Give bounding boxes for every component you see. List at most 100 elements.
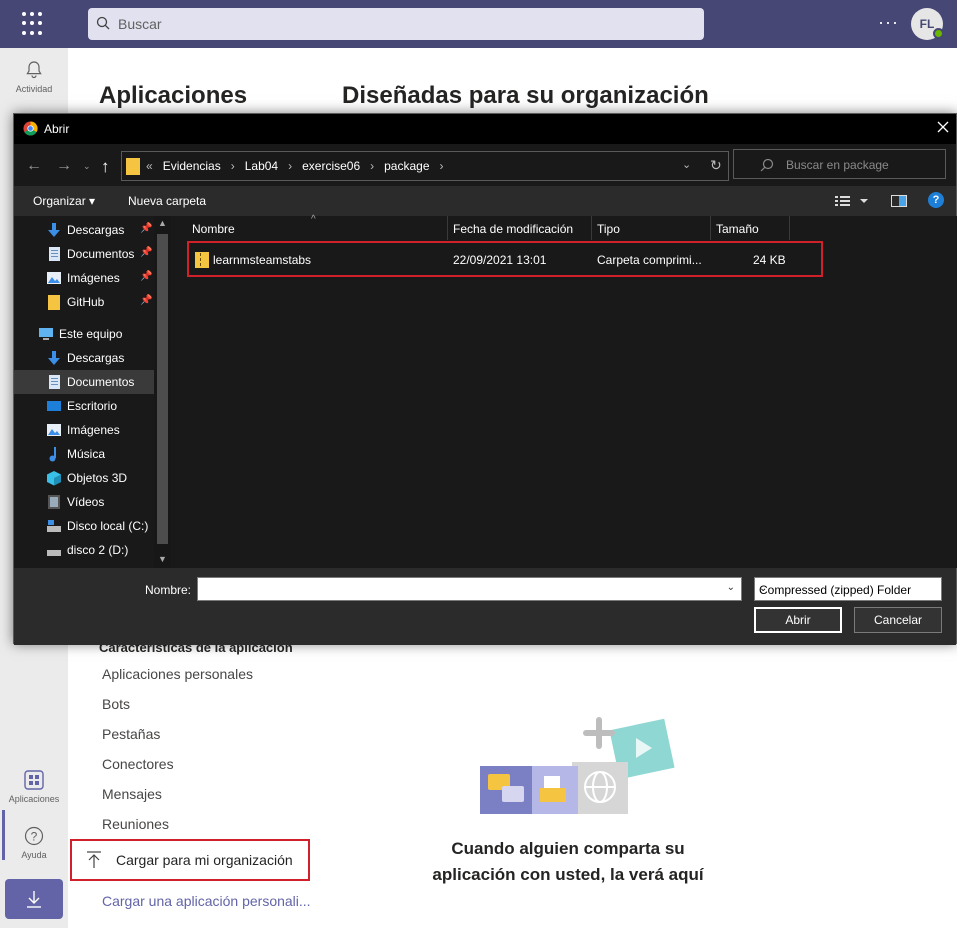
nav-item-downloads-pinned[interactable]: Descargas 📌 (14, 218, 154, 242)
breadcrumb-lab04[interactable]: Lab04 (245, 159, 278, 173)
folder-search-input[interactable]: Buscar en package (733, 149, 946, 179)
nav-label: Escritorio (67, 399, 118, 413)
dialog-nav-bar: ← → ⌄ ↑ « Evidencias › Lab04 › exercise0… (14, 144, 956, 186)
file-list: ^ Nombre Fecha de modificación Tipo Tama… (171, 214, 957, 568)
documents-icon (49, 375, 60, 389)
download-arrow-icon (48, 223, 60, 237)
nav-label: GitHub (67, 295, 105, 309)
documents-icon (49, 247, 60, 261)
upload-personal-link[interactable]: Cargar una aplicación personali... (102, 893, 311, 909)
bell-icon (26, 61, 42, 79)
nav-item-github-pinned[interactable]: GitHub 📌 (14, 290, 154, 314)
app-launcher-icon[interactable] (22, 12, 46, 36)
file-type: Carpeta comprimi... (597, 253, 702, 267)
nav-item-documents[interactable]: Documentos (14, 370, 154, 394)
drive-icon (47, 550, 61, 556)
open-button[interactable]: Abrir (754, 607, 842, 633)
column-header-name[interactable]: Nombre (186, 216, 448, 240)
pin-icon: 📌 (140, 223, 153, 234)
search-input[interactable]: Buscar (88, 8, 704, 40)
close-icon[interactable] (936, 120, 950, 134)
download-arrow-icon (48, 351, 60, 365)
rail-item-apps[interactable]: Aplicaciones (0, 770, 68, 804)
column-header-type[interactable]: Tipo (591, 216, 711, 240)
svg-text:?: ? (31, 830, 38, 844)
back-arrow-icon[interactable]: ← (26, 157, 42, 175)
nav-scrollbar[interactable]: ▲ ▼ (154, 216, 171, 568)
nav-item-local-disk-c[interactable]: Disco local (C:) (14, 514, 154, 538)
refresh-icon[interactable]: ↻ (710, 157, 722, 174)
dialog-footer: Nombre: ⌄ Compressed (zipped) Folder ⌄ A… (14, 568, 956, 645)
nav-item-this-pc[interactable]: Este equipo (14, 322, 154, 346)
breadcrumb-separator[interactable]: › (231, 159, 235, 173)
pin-icon: 📌 (140, 247, 153, 258)
empty-state-illustration (480, 717, 675, 814)
nav-item-desktop[interactable]: Escritorio (14, 394, 154, 418)
feature-messages[interactable]: Mensajes (102, 786, 162, 802)
nav-item-music[interactable]: Música (14, 442, 154, 466)
feature-tabs[interactable]: Pestañas (102, 726, 160, 742)
help-icon: ? (24, 826, 44, 846)
nav-label: Documentos (67, 247, 135, 261)
filename-dropdown-icon[interactable]: ⌄ (727, 582, 735, 593)
download-button[interactable] (5, 879, 63, 919)
empty-line-1: Cuando alguien comparta su (451, 839, 685, 858)
breadcrumb-separator[interactable]: › (288, 159, 292, 173)
nav-item-videos[interactable]: Vídeos (14, 490, 154, 514)
chrome-icon (23, 121, 38, 136)
rail-label-help: Ayuda (21, 850, 47, 860)
column-header-size[interactable]: Tamaño (710, 216, 790, 240)
view-options-icon[interactable] (835, 195, 869, 207)
nav-label: Descargas (67, 351, 125, 365)
upload-org-label: Cargar para mi organización (116, 852, 293, 868)
column-header-date[interactable]: Fecha de modificación (447, 216, 592, 240)
column-label: Fecha de modificación (453, 222, 574, 236)
rail-item-activity[interactable]: Actividad (0, 60, 68, 94)
nav-item-pictures-pinned[interactable]: Imágenes 📌 (14, 266, 154, 290)
more-options-icon[interactable]: ··· (878, 12, 899, 33)
recent-chevron-icon[interactable]: ⌄ (83, 161, 91, 172)
filetype-select[interactable]: Compressed (zipped) Folder ⌄ (754, 577, 942, 601)
feature-bots[interactable]: Bots (102, 696, 130, 712)
help-icon[interactable]: ? (928, 192, 944, 208)
breadcrumb-package[interactable]: package (384, 159, 429, 173)
breadcrumb-separator[interactable]: › (440, 159, 444, 173)
rail-label-apps: Aplicaciones (8, 794, 60, 804)
new-folder-button[interactable]: Nueva carpeta (128, 194, 206, 208)
feature-personal-apps[interactable]: Aplicaciones personales (102, 666, 253, 682)
address-bar[interactable]: « Evidencias › Lab04 › exercise06 › pack… (121, 151, 729, 181)
file-date: 22/09/2021 13:01 (453, 253, 547, 267)
scroll-down-icon[interactable]: ▼ (158, 554, 167, 564)
preview-pane-icon[interactable] (891, 195, 907, 207)
folder-icon (126, 158, 140, 175)
nav-item-pictures[interactable]: Imágenes (14, 418, 154, 442)
feature-connectors[interactable]: Conectores (102, 756, 174, 772)
rail-label-activity: Actividad (15, 84, 53, 94)
nav-label: Vídeos (67, 495, 105, 509)
nav-item-disk-d[interactable]: disco 2 (D:) (14, 538, 154, 562)
breadcrumb-exercise06[interactable]: exercise06 (302, 159, 360, 173)
folder-search-placeholder: Buscar en package (786, 158, 889, 172)
breadcrumb-separator[interactable]: › (370, 159, 374, 173)
up-arrow-icon[interactable]: ↑ (101, 157, 110, 177)
upload-for-org-button[interactable]: Cargar para mi organización (70, 839, 310, 881)
scrollbar-thumb[interactable] (157, 234, 168, 544)
feature-meetings[interactable]: Reuniones (102, 816, 169, 832)
file-row[interactable]: learnmsteamstabs 22/09/2021 13:01 Carpet… (187, 241, 823, 277)
address-dropdown-icon[interactable]: ⌄ (682, 158, 691, 171)
cancel-button[interactable]: Cancelar (854, 607, 942, 633)
folder-icon (48, 295, 60, 310)
forward-arrow-icon[interactable]: → (56, 157, 72, 175)
nav-item-downloads[interactable]: Descargas (14, 346, 154, 370)
column-label: Tipo (597, 222, 620, 236)
breadcrumb-evidencias[interactable]: Evidencias (163, 159, 221, 173)
filename-input[interactable]: ⌄ (197, 577, 742, 601)
breadcrumb-overflow[interactable]: « (146, 159, 153, 173)
download-icon (27, 891, 41, 908)
zip-folder-icon (195, 252, 209, 268)
organize-menu[interactable]: Organizar ▾ (33, 194, 95, 208)
rail-item-help[interactable]: ? Ayuda (0, 826, 68, 860)
nav-item-documents-pinned[interactable]: Documentos 📌 (14, 242, 154, 266)
nav-item-3d-objects[interactable]: Objetos 3D (14, 466, 154, 490)
scroll-up-icon[interactable]: ▲ (158, 218, 167, 228)
